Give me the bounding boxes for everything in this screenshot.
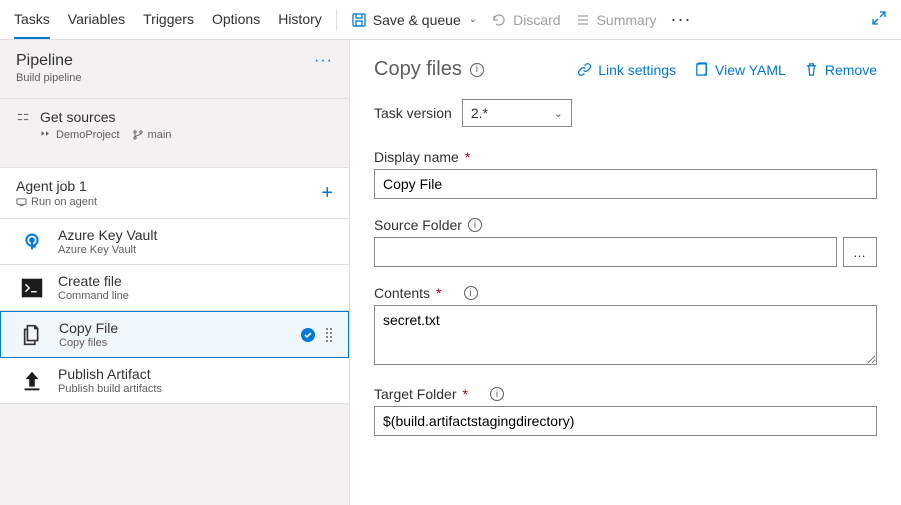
task-version-value: 2.*: [471, 105, 488, 121]
view-yaml-label: View YAML: [715, 62, 786, 78]
task-subtitle: Azure Key Vault: [58, 244, 157, 256]
contents-textarea[interactable]: [374, 305, 877, 365]
task-version-select[interactable]: 2.* ⌄: [462, 99, 572, 127]
tab-variables[interactable]: Variables: [68, 0, 125, 39]
source-folder-label: Source Folder: [374, 217, 462, 233]
link-settings-label: Link settings: [598, 62, 676, 78]
trash-icon: [804, 62, 819, 77]
task-title: Create file: [58, 273, 129, 289]
task-title: Copy File: [59, 320, 118, 336]
repo-icon: [40, 129, 52, 141]
info-icon[interactable]: i: [468, 218, 482, 232]
branch-label: main: [148, 129, 172, 141]
drag-handle[interactable]: [324, 328, 334, 342]
required-indicator: *: [462, 386, 467, 402]
job-title: Agent job 1: [16, 178, 97, 194]
get-sources-item[interactable]: Get sources DemoProject main: [0, 98, 349, 153]
task-publish-artifact[interactable]: Publish Artifact Publish build artifacts: [0, 358, 349, 404]
pipeline-title: Pipeline: [16, 52, 81, 70]
target-folder-label: Target Folder: [374, 386, 456, 402]
remove-button[interactable]: Remove: [804, 62, 877, 78]
chevron-down-icon: ⌄: [469, 14, 477, 25]
pipeline-menu-button[interactable]: ···: [314, 52, 333, 70]
save-icon: [351, 12, 367, 28]
source-folder-input[interactable]: [374, 237, 837, 267]
fullscreen-button[interactable]: [871, 10, 887, 29]
cmd-icon: [18, 274, 46, 302]
save-and-queue-label: Save & queue: [373, 12, 461, 28]
task-azure-key-vault[interactable]: Azure Key Vault Azure Key Vault: [0, 219, 349, 265]
yaml-icon: [694, 62, 709, 77]
task-title: Azure Key Vault: [58, 227, 157, 243]
agent-icon: [16, 197, 27, 208]
chevron-down-icon: ⌄: [554, 107, 563, 120]
summary-label: Summary: [597, 12, 657, 28]
tab-triggers[interactable]: Triggers: [143, 0, 194, 39]
undo-icon: [491, 12, 507, 28]
project-label: DemoProject: [56, 129, 120, 141]
tab-tasks[interactable]: Tasks: [14, 0, 50, 39]
task-create-file[interactable]: Create file Command line: [0, 265, 349, 311]
link-settings-button[interactable]: Link settings: [577, 62, 676, 78]
get-sources-label: Get sources: [40, 109, 115, 125]
task-copy-file[interactable]: Copy File Copy files: [0, 311, 349, 358]
divider: [336, 9, 337, 31]
expand-icon: [871, 10, 887, 26]
sources-icon: [16, 110, 30, 124]
discard-button[interactable]: Discard: [491, 12, 560, 28]
target-folder-input[interactable]: [374, 406, 877, 436]
summary-icon: [575, 12, 591, 28]
browse-folder-button[interactable]: …: [843, 237, 877, 267]
link-icon: [577, 62, 592, 77]
tab-options[interactable]: Options: [212, 0, 260, 39]
summary-button[interactable]: Summary: [575, 12, 657, 28]
info-icon[interactable]: i: [464, 286, 478, 300]
vault-icon: [18, 228, 46, 256]
discard-label: Discard: [513, 12, 560, 28]
pipeline-subtitle: Build pipeline: [16, 72, 81, 84]
tab-history[interactable]: History: [278, 0, 322, 39]
view-yaml-button[interactable]: View YAML: [694, 62, 786, 78]
task-subtitle: Command line: [58, 290, 129, 302]
agent-job-item[interactable]: Agent job 1 Run on agent +: [0, 167, 349, 219]
panel-title: Copy files: [374, 58, 462, 81]
more-actions-button[interactable]: ···: [671, 9, 692, 30]
contents-label: Contents: [374, 285, 430, 301]
info-icon[interactable]: i: [470, 63, 484, 77]
task-version-label: Task version: [374, 105, 452, 121]
required-indicator: *: [436, 285, 441, 301]
publish-icon: [18, 367, 46, 395]
branch-icon: [132, 129, 144, 141]
save-and-queue-button[interactable]: Save & queue ⌄: [351, 12, 477, 28]
info-icon[interactable]: i: [490, 387, 504, 401]
task-subtitle: Publish build artifacts: [58, 383, 162, 395]
task-title: Publish Artifact: [58, 366, 162, 382]
required-indicator: *: [465, 149, 470, 165]
check-circle-icon: [300, 327, 316, 343]
job-subtitle: Run on agent: [31, 196, 97, 208]
task-subtitle: Copy files: [59, 337, 118, 349]
display-name-input[interactable]: [374, 169, 877, 199]
add-task-button[interactable]: +: [321, 182, 333, 205]
remove-label: Remove: [825, 62, 877, 78]
display-name-label: Display name: [374, 149, 459, 165]
copy-icon: [19, 321, 47, 349]
